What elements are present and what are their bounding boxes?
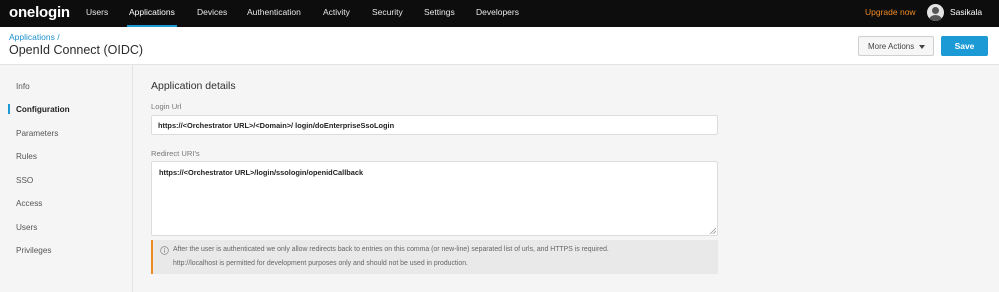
- nav-item-security[interactable]: Security: [372, 0, 403, 27]
- nav-item-users[interactable]: Users: [86, 0, 108, 27]
- top-navigation-bar: onelogin Users Applications Devices Auth…: [0, 0, 999, 27]
- nav-item-authentication[interactable]: Authentication: [247, 0, 301, 27]
- caret-down-icon: [919, 45, 925, 49]
- info-circle-icon: [160, 246, 169, 255]
- page-header: Applications / OpenId Connect (OIDC) Mor…: [0, 27, 999, 65]
- notice-line-1: After the user is authenticated we only …: [173, 246, 609, 253]
- nav-item-settings[interactable]: Settings: [424, 0, 455, 27]
- redirect-uris-label: Redirect URI's: [151, 149, 200, 158]
- sidebar-item-sso[interactable]: SSO: [16, 176, 33, 185]
- notice-line-2: http://localhost is permitted for develo…: [173, 260, 468, 267]
- login-url-input[interactable]: https://<Orchestrator URL>/<Domain>/ log…: [151, 115, 718, 135]
- sidebar-item-privileges[interactable]: Privileges: [16, 246, 52, 255]
- sidebar-item-rules[interactable]: Rules: [16, 152, 37, 161]
- avatar-body: [929, 15, 942, 21]
- upgrade-now-link[interactable]: Upgrade now: [865, 0, 916, 25]
- nav-item-devices[interactable]: Devices: [197, 0, 227, 27]
- sidebar-item-configuration[interactable]: Configuration: [16, 105, 70, 114]
- sidebar-item-info[interactable]: Info: [16, 82, 30, 91]
- redirect-uris-value: https://<Orchestrator URL>/login/ssologi…: [159, 168, 364, 177]
- section-title: Application details: [151, 80, 236, 92]
- more-actions-button[interactable]: More Actions: [858, 36, 934, 56]
- login-url-label: Login Url: [151, 102, 182, 111]
- sidebar-item-access[interactable]: Access: [16, 199, 42, 208]
- nav-item-activity[interactable]: Activity: [323, 0, 350, 27]
- user-menu-name[interactable]: Sasikala: [950, 0, 982, 25]
- onelogin-logo[interactable]: onelogin: [9, 4, 70, 21]
- save-button[interactable]: Save: [941, 36, 988, 56]
- breadcrumb-applications[interactable]: Applications /: [9, 32, 60, 42]
- redirect-uris-textarea[interactable]: https://<Orchestrator URL>/login/ssologi…: [151, 161, 718, 236]
- sidebar-item-parameters[interactable]: Parameters: [16, 129, 58, 138]
- resize-handle-icon[interactable]: [709, 227, 716, 234]
- page-title: OpenId Connect (OIDC): [9, 43, 144, 57]
- main-content: Application details Login Url https://<O…: [133, 65, 999, 292]
- user-avatar-icon[interactable]: [927, 4, 944, 21]
- redirect-notice: After the user is authenticated we only …: [151, 240, 718, 274]
- nav-item-developers[interactable]: Developers: [476, 0, 519, 27]
- settings-sidebar: Info Configuration Parameters Rules SSO …: [0, 65, 133, 292]
- sidebar-item-users[interactable]: Users: [16, 223, 37, 232]
- nav-item-applications[interactable]: Applications: [127, 0, 177, 27]
- avatar-head: [932, 7, 939, 14]
- active-item-indicator: [8, 104, 10, 114]
- more-actions-label: More Actions: [868, 41, 915, 51]
